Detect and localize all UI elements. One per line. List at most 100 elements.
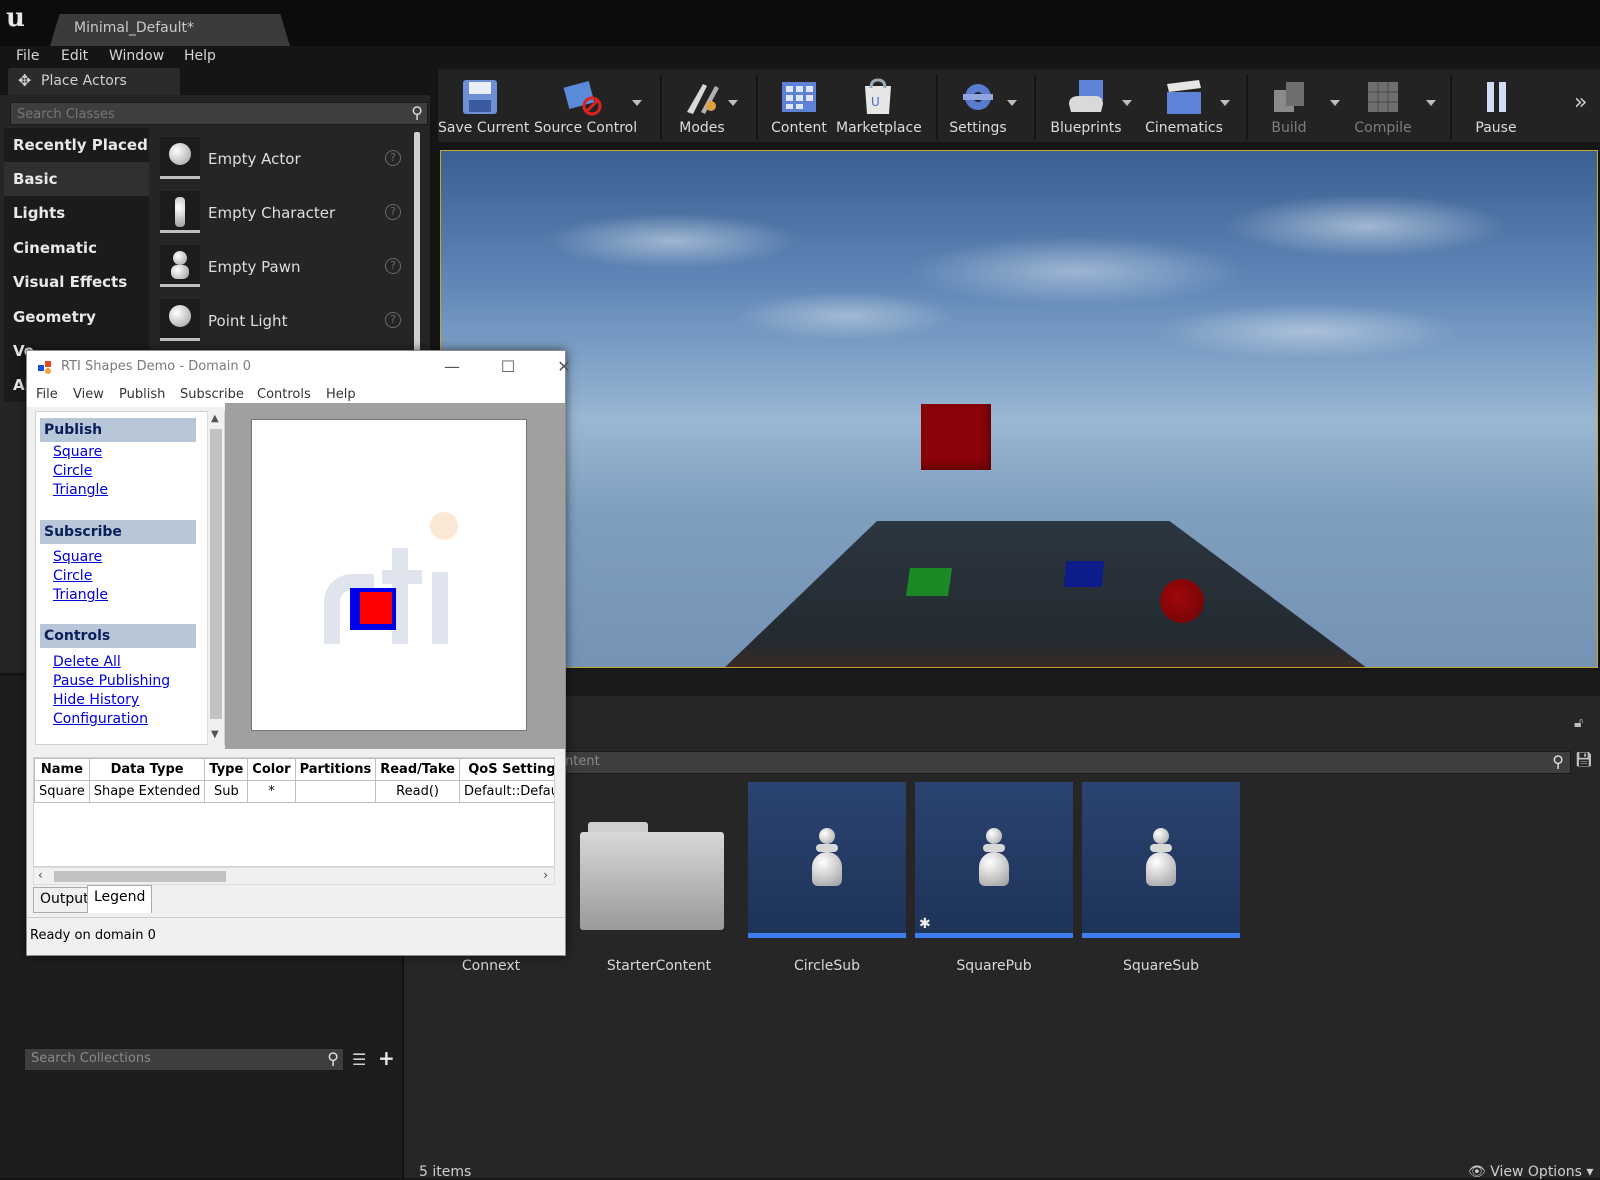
source-control-dropdown-icon[interactable] [632,100,642,106]
actor-empty-actor[interactable]: Empty Actor ? [156,133,411,185]
menu-file[interactable]: File [16,48,39,64]
actor-point-light[interactable]: Point Light ? [156,295,411,347]
shapes-canvas[interactable] [251,419,527,731]
build-button[interactable]: Build [1254,70,1324,140]
settings-button[interactable]: Settings [942,70,1014,140]
category-geometry[interactable]: Geometry [4,300,149,334]
col-read-take[interactable]: Read/Take [375,758,460,781]
red-cube[interactable] [921,404,991,470]
rti-menu-publish[interactable]: Publish [119,387,165,402]
source-control-button[interactable]: Source Control [534,70,637,140]
col-data-type[interactable]: Data Type [88,758,206,781]
pause-publishing-link[interactable]: Pause Publishing [53,673,170,689]
lock-icon[interactable]: 🔓︎ [1574,715,1583,731]
search-icon[interactable]: ⚲ [1552,752,1564,771]
cinematics-dropdown-icon[interactable] [1220,100,1230,106]
rti-menu-view[interactable]: View [73,387,104,402]
compile-dropdown-icon[interactable] [1426,100,1436,106]
save-search-icon[interactable]: 💾︎ [1575,752,1593,768]
square-shape[interactable] [360,592,392,624]
settings-dropdown-icon[interactable] [1007,100,1017,106]
pause-button[interactable]: Pause [1460,70,1532,140]
place-actors-tab[interactable]: ✥ Place Actors [8,68,180,95]
scrollbar-thumb[interactable] [210,429,222,719]
minimize-icon[interactable]: — [429,355,475,379]
scroll-right-icon[interactable]: › [543,868,548,882]
add-collection-icon[interactable]: + [378,1046,395,1070]
scroll-left-icon[interactable]: ‹ [38,868,43,882]
subscribe-square-link[interactable]: Square [53,549,102,565]
col-qos-settings[interactable]: QoS Settings [458,758,554,781]
publish-triangle-link[interactable]: Triangle [53,482,108,498]
tab-legend[interactable]: Legend [87,885,153,913]
red-sphere[interactable] [1160,579,1204,623]
green-cube[interactable] [906,568,952,596]
hide-history-link[interactable]: Hide History [53,692,139,708]
delete-all-link[interactable]: Delete All [53,654,121,670]
level-viewport[interactable] [440,150,1598,668]
close-icon[interactable]: ✕ [541,355,587,379]
folder-icon [580,822,724,930]
subscribe-circle-link[interactable]: Circle [53,568,92,584]
build-dropdown-icon[interactable] [1330,100,1340,106]
help-icon[interactable]: ? [385,258,401,274]
collections-search-box[interactable]: Search Collections ⚲ [24,1048,344,1071]
actor-empty-character[interactable]: Empty Character ? [156,187,411,239]
category-cinematic[interactable]: Cinematic [4,231,149,265]
toolbar-separator [936,74,938,140]
document-tab[interactable]: Minimal_Default* [50,14,290,46]
toolbar-label: Marketplace [836,120,922,136]
category-basic[interactable]: Basic [4,162,149,196]
rti-title-bar: RTI Shapes Demo - Domain 0 — ☐ ✕ [27,351,571,383]
shapes-canvas-frame [225,403,565,749]
publish-circle-link[interactable]: Circle [53,463,92,479]
collections-list-icon[interactable]: ☰ [352,1050,366,1069]
actor-empty-pawn[interactable]: Empty Pawn ? [156,241,411,293]
publish-square-link[interactable]: Square [53,444,102,460]
category-recently-placed[interactable]: Recently Placed [4,128,149,162]
menu-help[interactable]: Help [184,48,216,64]
configuration-link[interactable]: Configuration [53,711,148,727]
scrollbar-thumb[interactable] [54,871,226,882]
scroll-down-icon[interactable]: ▼ [211,729,219,740]
cinematics-button[interactable]: Cinematics [1142,70,1226,140]
menu-window[interactable]: Window [109,48,164,64]
search-icon[interactable]: ⚲ [327,1049,339,1068]
blueprints-button[interactable]: Blueprints [1044,70,1128,140]
toolbar-label: Save Current [438,120,530,136]
actor-list-scrollbar[interactable] [414,132,420,362]
status-text: Ready on domain 0 [30,928,156,943]
maximize-icon[interactable]: ☐ [485,355,531,379]
save-current-button[interactable]: Save Current [438,70,530,140]
rti-menu-subscribe[interactable]: Subscribe [180,387,244,402]
search-icon[interactable]: ⚲ [411,103,423,122]
help-icon[interactable]: ? [385,312,401,328]
col-partitions[interactable]: Partitions [294,758,377,781]
toolbar-overflow-icon[interactable]: » [1574,90,1587,115]
col-name[interactable]: Name [34,758,90,781]
subscribe-triangle-link[interactable]: Triangle [53,587,108,603]
rti-menu-controls[interactable]: Controls [257,387,311,402]
marketplace-button[interactable]: U Marketplace [836,70,922,140]
rti-panel-scrollbar[interactable]: ▲ ▼ [207,411,224,745]
modes-dropdown-icon[interactable] [728,100,738,106]
content-search-box[interactable]: ntent ⚲ [556,751,1571,774]
rti-menu-help[interactable]: Help [326,387,356,402]
blue-cube[interactable] [1063,561,1105,587]
help-icon[interactable]: ? [385,204,401,220]
light-bulb-icon [160,299,200,341]
blueprints-dropdown-icon[interactable] [1122,100,1132,106]
search-classes-input[interactable] [11,104,391,125]
category-lights[interactable]: Lights [4,196,149,230]
category-visual-effects[interactable]: Visual Effects [4,265,149,299]
rti-table-hscrollbar[interactable]: ‹ › [33,867,555,885]
help-icon[interactable]: ? [385,150,401,166]
table-row[interactable]: Square Shape Extended Sub * Read() Defau… [34,780,554,803]
compile-button[interactable]: Compile [1344,70,1422,140]
content-button[interactable]: Content [764,70,834,140]
scroll-up-icon[interactable]: ▲ [211,413,219,424]
menu-edit[interactable]: Edit [61,48,88,64]
col-type[interactable]: Type [204,758,249,781]
rti-menu-file[interactable]: File [36,387,58,402]
col-color[interactable]: Color [247,758,296,781]
